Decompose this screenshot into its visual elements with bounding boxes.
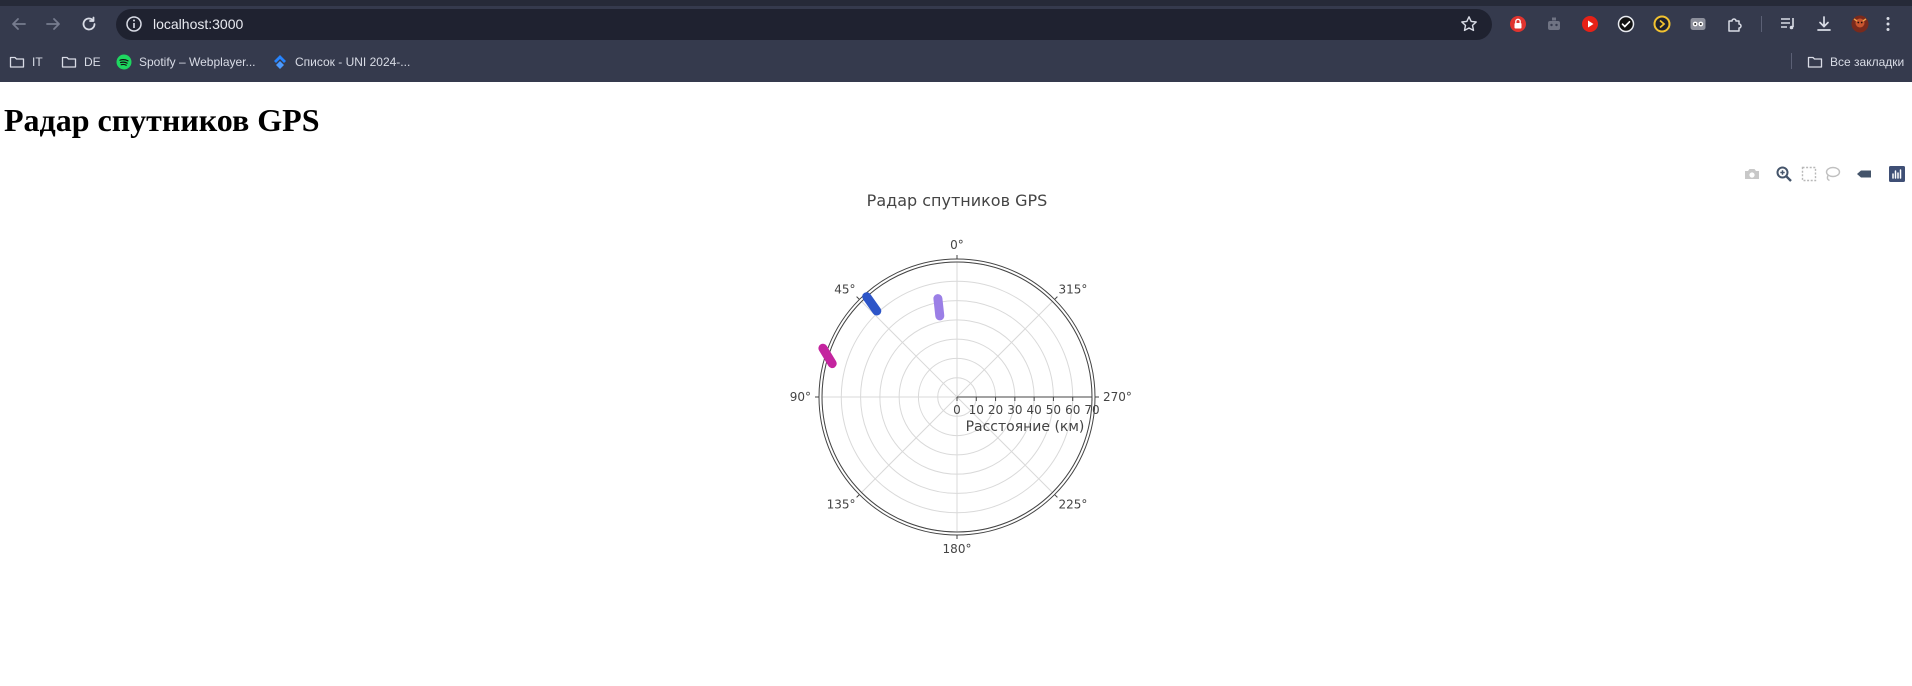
angular-tick-label: 270°: [1103, 390, 1132, 404]
angular-tick-label: 180°: [943, 542, 972, 556]
site-info-icon[interactable]: [125, 15, 143, 33]
jira-icon: [274, 55, 286, 69]
tab-strip: [0, 0, 1912, 6]
bookmark-label: DE: [84, 55, 101, 69]
plotly-logo-link[interactable]: [1887, 164, 1907, 184]
polar-chart: Радар спутников GPS 0° 45° 90° 135° 180° 225°…: [790, 191, 1132, 556]
reload-icon: [82, 16, 96, 31]
glasses-icon: [1690, 18, 1706, 30]
url-text[interactable]: localhost:3000: [153, 16, 243, 32]
extension-glasses[interactable]: [1688, 14, 1708, 34]
puzzle-icon: [1728, 18, 1742, 32]
extension-check[interactable]: [1616, 14, 1636, 34]
angular-tick-mark: [856, 494, 860, 498]
angular-tick-mark: [1054, 296, 1058, 300]
reading-list-button[interactable]: [1778, 14, 1798, 34]
angular-tick-label: 90°: [790, 390, 811, 404]
arrow-left-icon: [12, 18, 26, 30]
angular-tick-label: 45°: [834, 283, 855, 297]
downloads-button[interactable]: [1814, 14, 1834, 34]
bookmark-label: Список - UNI 2024-...: [295, 55, 411, 69]
camera-icon: [1745, 169, 1759, 179]
folder-icon: [61, 56, 77, 68]
reload-button[interactable]: [76, 11, 102, 37]
angular-tick-label: 315°: [1058, 283, 1087, 297]
lasso-select-button[interactable]: [1822, 164, 1842, 184]
angular-tick-label: 0°: [950, 238, 964, 252]
radial-tick-label: 0: [953, 403, 961, 417]
radial-tick-label: 60: [1065, 403, 1080, 417]
extension-lock[interactable]: [1508, 14, 1528, 34]
radial-tick-label: 10: [969, 403, 984, 417]
check-circle-icon: [1617, 15, 1635, 33]
radial-tick-label: 50: [1046, 403, 1061, 417]
angular-gridline: [956, 301, 1053, 398]
red-lock-icon: [1510, 16, 1526, 32]
bookmark-folder-de[interactable]: DE: [61, 52, 101, 72]
lasso-icon: [1825, 166, 1841, 182]
bookmarks-bar: IT DE Spotify – Webplayer... Список - UN…: [0, 48, 1912, 74]
extensions-button[interactable]: [1725, 14, 1745, 34]
angular-gridline: [861, 396, 958, 493]
bookmark-spotify[interactable]: Spotify – Webplayer...: [116, 52, 256, 72]
satellite-trace: [933, 294, 945, 321]
bookmark-jira[interactable]: Список - UNI 2024-...: [272, 52, 410, 72]
profile-avatar[interactable]: [1850, 14, 1870, 34]
folder-icon: [1807, 56, 1823, 68]
extension-coin[interactable]: [1652, 14, 1672, 34]
satellite-trace: [818, 343, 837, 369]
spotify-icon: [116, 54, 132, 70]
radial-tick-label: 20: [988, 403, 1003, 417]
browser-menu-button[interactable]: [1878, 14, 1898, 34]
avatar-icon: [1851, 15, 1869, 33]
download-icon: [1817, 16, 1831, 31]
bookmark-star-icon[interactable]: [1460, 15, 1478, 33]
yellow-coin-icon: [1653, 15, 1671, 33]
bookmark-label: Spotify – Webplayer...: [139, 55, 256, 69]
bookmarks-separator: [1791, 53, 1792, 69]
page-title: Радар спутников GPS: [4, 102, 320, 138]
radial-tick-label: 30: [1007, 403, 1022, 417]
extension-youtube[interactable]: [1580, 14, 1600, 34]
box-select-icon: [1801, 166, 1817, 182]
radial-axis-title: Расстояние (км): [966, 419, 1085, 435]
radial-axis: 0 10 20 30 40 50 60 70: [953, 397, 1100, 417]
bookmark-folder-it[interactable]: IT: [9, 52, 43, 72]
zoom-icon: [1776, 166, 1792, 182]
angular-tick-mark: [856, 296, 860, 300]
arrow-right-icon: [46, 18, 60, 30]
forward-button[interactable]: [40, 11, 66, 37]
angular-tick-label: 135°: [827, 497, 856, 511]
plotly-logo-icon: [1889, 166, 1905, 182]
robot-icon: [1548, 17, 1560, 30]
download-png-button[interactable]: [1742, 164, 1762, 184]
youtube-icon: [1582, 16, 1598, 32]
media-queue-icon: [1781, 18, 1794, 30]
address-bar[interactable]: localhost:3000: [116, 9, 1492, 40]
folder-icon: [9, 56, 25, 68]
extension-robot[interactable]: [1544, 14, 1564, 34]
all-bookmarks-label: Все закладки: [1830, 55, 1905, 69]
hover-closest-button[interactable]: [1854, 164, 1874, 184]
hover-icon: [1857, 170, 1871, 178]
plot-modebar: [0, 164, 1912, 184]
angular-tick-mark: [1054, 494, 1058, 498]
box-select-button[interactable]: [1799, 164, 1819, 184]
all-bookmarks-folder[interactable]: Все закладки: [1807, 52, 1904, 72]
more-vert-icon: [1886, 17, 1890, 31]
browser-toolbar: localhost:3000 IT DE Spotify – Webplayer…: [0, 0, 1912, 82]
back-button[interactable]: [6, 11, 32, 37]
radial-tick-label: 70: [1084, 403, 1099, 417]
radial-tick-label: 40: [1027, 403, 1042, 417]
angular-tick-label: 225°: [1058, 497, 1087, 511]
toolbar-separator: [1761, 16, 1762, 32]
zoom-button[interactable]: [1774, 164, 1794, 184]
chart-title: Радар спутников GPS: [867, 191, 1048, 210]
bookmark-label: IT: [32, 55, 43, 69]
